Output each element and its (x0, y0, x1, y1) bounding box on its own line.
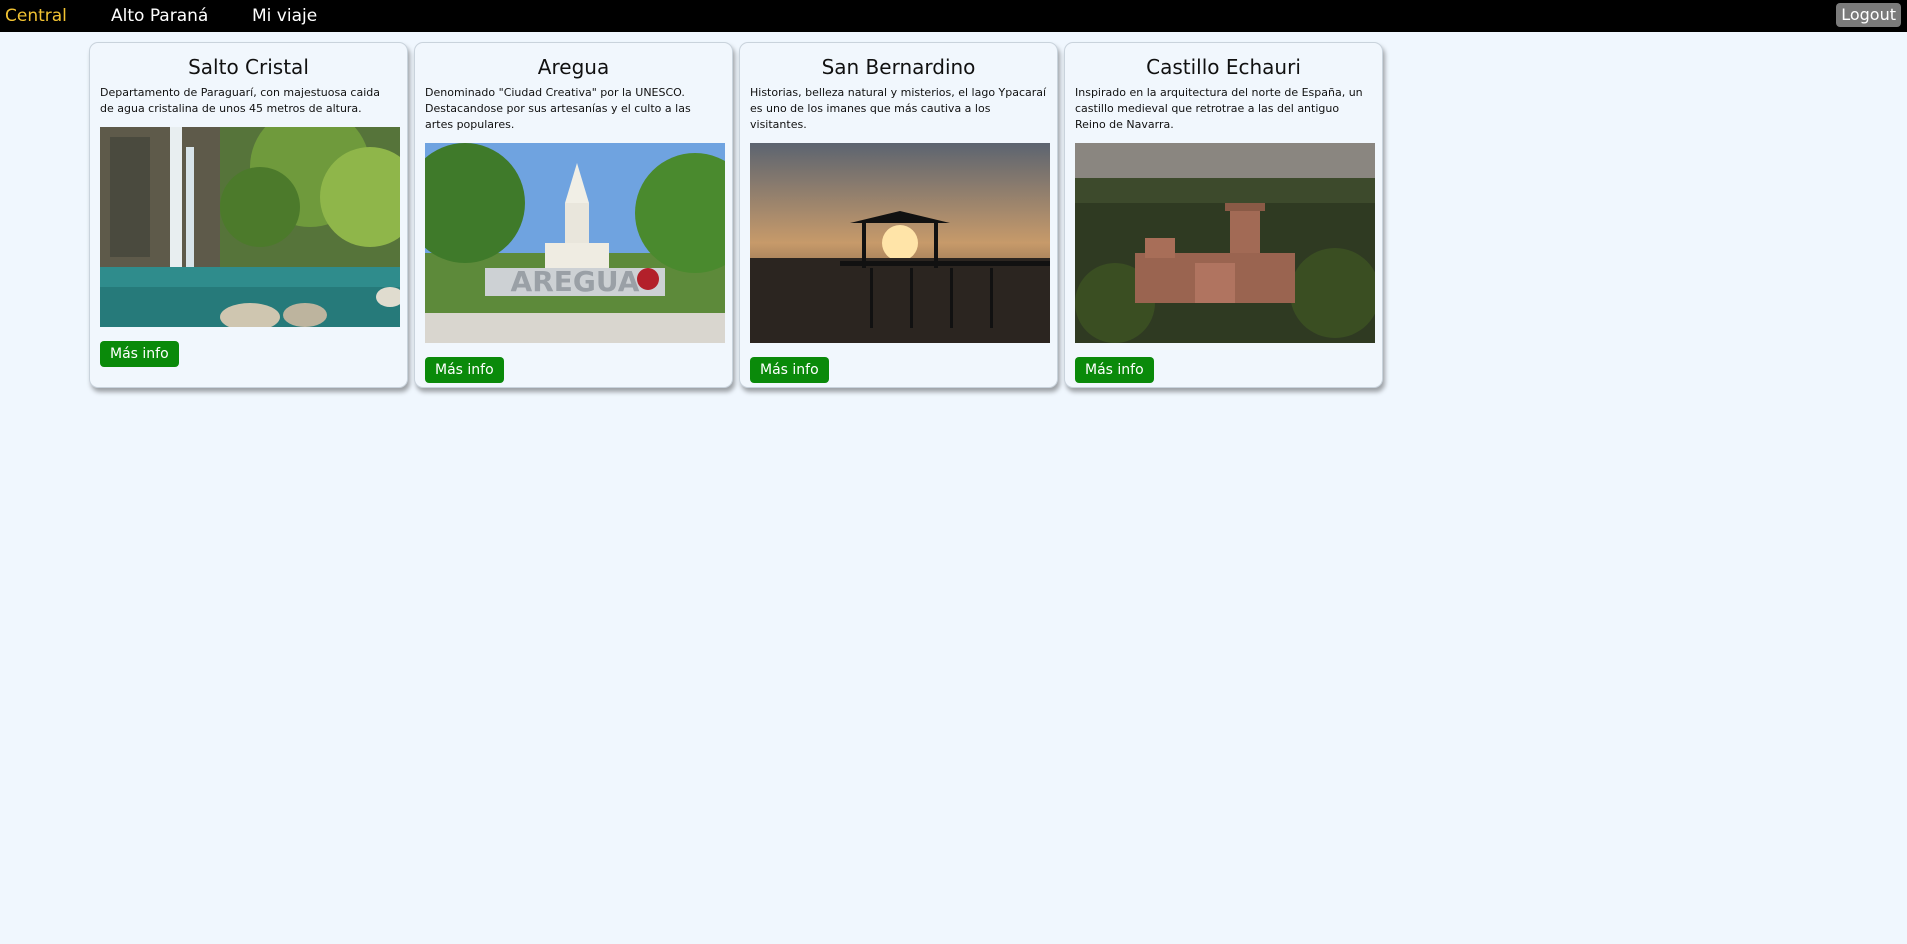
card-aregua: Aregua Denominado "Ciudad Creativa" por … (414, 42, 733, 388)
card-title: San Bernardino (821, 55, 976, 79)
card-description: Historias, belleza natural y misterios, … (750, 86, 1047, 131)
castle-aerial-photo (1075, 143, 1375, 343)
top-navbar: Central Alto Paraná Mi viaje Logout (0, 0, 1907, 32)
logout-button[interactable]: Logout (1836, 3, 1901, 27)
nav-link-mi-viaje[interactable]: Mi viaje (252, 4, 317, 28)
card-description: Denominado "Ciudad Creativa" por la UNES… (425, 86, 691, 131)
card-san-bernardino: San Bernardino Historias, belleza natura… (739, 42, 1058, 388)
more-info-button[interactable]: Más info (100, 341, 179, 367)
card-castillo-echauri: Castillo Echauri Inspirado en la arquite… (1064, 42, 1383, 388)
card-description: Inspirado en la arquitectura del norte d… (1075, 86, 1363, 131)
nav-link-central[interactable]: Central (5, 4, 67, 28)
card-title: Aregua (537, 55, 610, 79)
card-description: Departamento de Paraguarí, con majestuos… (100, 86, 380, 115)
lake-sunset-pier-photo (750, 143, 1050, 343)
waterfall-photo (100, 127, 400, 327)
more-info-button[interactable]: Más info (1075, 357, 1154, 383)
aregua-sign-text: AREGUA (511, 265, 640, 298)
more-info-button[interactable]: Más info (425, 357, 504, 383)
destination-cards: Salto Cristal Departamento de Paraguarí,… (89, 42, 1383, 388)
nav-link-alto-parana[interactable]: Alto Paraná (111, 4, 208, 28)
more-info-button[interactable]: Más info (750, 357, 829, 383)
card-title: Salto Cristal (188, 55, 309, 79)
aregua-church-photo: AREGUA (425, 143, 725, 343)
card-salto-cristal: Salto Cristal Departamento de Paraguarí,… (89, 42, 408, 388)
card-title: Castillo Echauri (1146, 55, 1301, 79)
